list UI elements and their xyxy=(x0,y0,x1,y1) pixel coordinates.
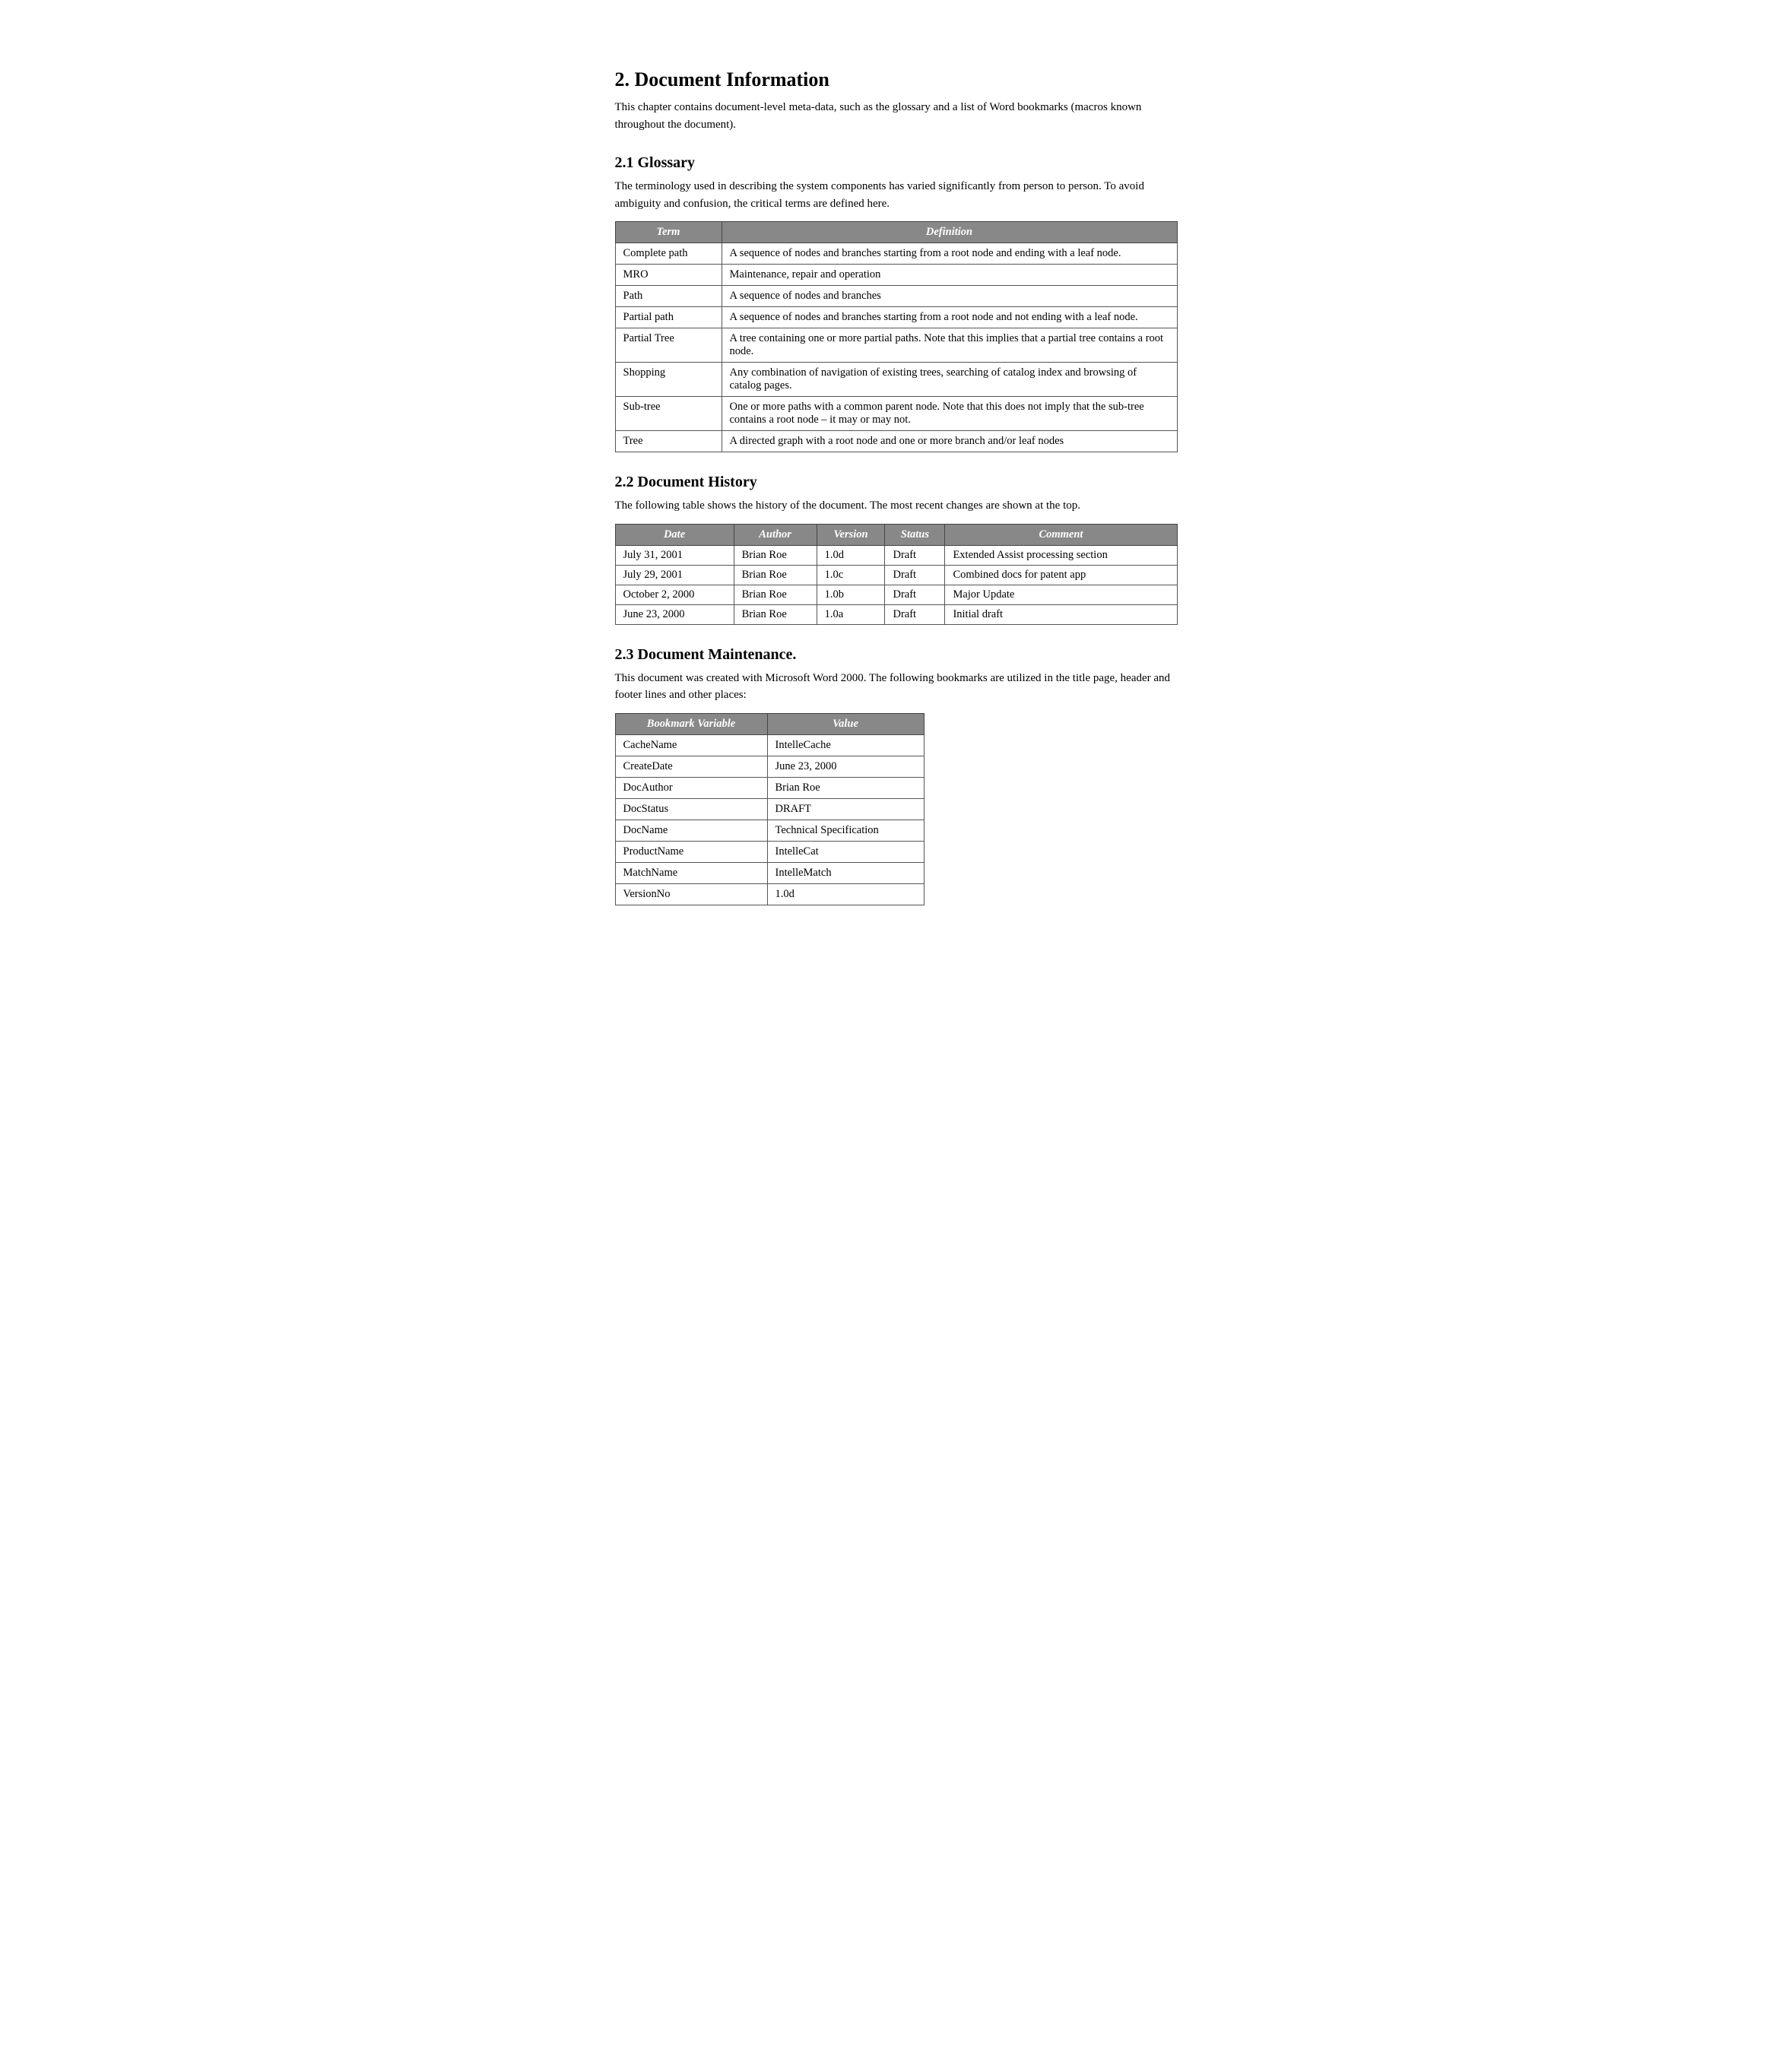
history-cell: July 29, 2001 xyxy=(615,565,734,585)
glossary-term: Complete path xyxy=(615,243,722,265)
history-cell: Draft xyxy=(885,545,945,565)
history-col-date: Date xyxy=(615,524,734,545)
bookmark-row: VersionNo1.0d xyxy=(615,883,924,905)
bookmark-row: DocNameTechnical Specification xyxy=(615,820,924,841)
glossary-row: Partial pathA sequence of nodes and bran… xyxy=(615,307,1177,328)
history-cell: Combined docs for patent app xyxy=(945,565,1177,585)
glossary-term: Partial Tree xyxy=(615,328,722,363)
glossary-definition: A directed graph with a root node and on… xyxy=(722,431,1177,452)
glossary-term: MRO xyxy=(615,265,722,286)
bookmark-cell: CreateDate xyxy=(615,756,767,777)
bookmark-table: Bookmark Variable Value CacheNameIntelle… xyxy=(615,713,925,905)
bookmark-cell: DocName xyxy=(615,820,767,841)
bookmark-cell: Technical Specification xyxy=(767,820,924,841)
history-row: July 29, 2001Brian Roe1.0cDraftCombined … xyxy=(615,565,1177,585)
history-cell: Major Update xyxy=(945,585,1177,604)
history-col-version: Version xyxy=(817,524,885,545)
bookmark-cell: ProductName xyxy=(615,841,767,862)
glossary-definition: A sequence of nodes and branches startin… xyxy=(722,243,1177,265)
section21-heading: 2.1 Glossary xyxy=(615,154,1178,172)
history-cell: July 31, 2001 xyxy=(615,545,734,565)
glossary-term: Sub-tree xyxy=(615,397,722,431)
bookmark-cell: Brian Roe xyxy=(767,777,924,798)
bookmark-row: DocStatusDRAFT xyxy=(615,798,924,820)
glossary-term: Tree xyxy=(615,431,722,452)
history-col-comment: Comment xyxy=(945,524,1177,545)
glossary-row: TreeA directed graph with a root node an… xyxy=(615,431,1177,452)
history-cell: 1.0b xyxy=(817,585,885,604)
bookmark-cell: 1.0d xyxy=(767,883,924,905)
history-cell: October 2, 2000 xyxy=(615,585,734,604)
glossary-definition: A sequence of nodes and branches startin… xyxy=(722,307,1177,328)
bookmark-row: CacheNameIntelleCache xyxy=(615,734,924,756)
bookmark-cell: DocStatus xyxy=(615,798,767,820)
bookmark-col-value: Value xyxy=(767,713,924,734)
section23-intro: This document was created with Microsoft… xyxy=(615,670,1178,704)
bookmark-row: DocAuthorBrian Roe xyxy=(615,777,924,798)
glossary-row: ShoppingAny combination of navigation of… xyxy=(615,363,1177,397)
glossary-definition: One or more paths with a common parent n… xyxy=(722,397,1177,431)
glossary-table-body: Complete pathA sequence of nodes and bra… xyxy=(615,243,1177,452)
glossary-term: Partial path xyxy=(615,307,722,328)
glossary-col-term: Term xyxy=(615,222,722,243)
history-row: July 31, 2001Brian Roe1.0dDraftExtended … xyxy=(615,545,1177,565)
history-cell: Brian Roe xyxy=(734,565,817,585)
history-cell: Brian Roe xyxy=(734,585,817,604)
bookmark-cell: CacheName xyxy=(615,734,767,756)
bookmark-cell: June 23, 2000 xyxy=(767,756,924,777)
history-cell: Draft xyxy=(885,585,945,604)
history-cell: 1.0d xyxy=(817,545,885,565)
bookmark-table-body: CacheNameIntelleCacheCreateDateJune 23, … xyxy=(615,734,924,905)
history-table-header: Date Author Version Status Comment xyxy=(615,524,1177,545)
bookmark-row: CreateDateJune 23, 2000 xyxy=(615,756,924,777)
history-col-author: Author xyxy=(734,524,817,545)
history-cell: June 23, 2000 xyxy=(615,604,734,624)
history-table: Date Author Version Status Comment July … xyxy=(615,524,1178,625)
history-col-status: Status xyxy=(885,524,945,545)
history-table-body: July 31, 2001Brian Roe1.0dDraftExtended … xyxy=(615,545,1177,624)
glossary-row: Sub-treeOne or more paths with a common … xyxy=(615,397,1177,431)
glossary-row: Complete pathA sequence of nodes and bra… xyxy=(615,243,1177,265)
bookmark-cell: IntelleCat xyxy=(767,841,924,862)
section21-intro: The terminology used in describing the s… xyxy=(615,178,1178,212)
section2-intro: This chapter contains document-level met… xyxy=(615,99,1178,133)
bookmark-cell: IntelleMatch xyxy=(767,862,924,883)
glossary-table-header: Term Definition xyxy=(615,222,1177,243)
bookmark-cell: IntelleCache xyxy=(767,734,924,756)
section22-heading: 2.2 Document History xyxy=(615,474,1178,491)
bookmark-cell: DocAuthor xyxy=(615,777,767,798)
glossary-term: Path xyxy=(615,286,722,307)
bookmark-cell: VersionNo xyxy=(615,883,767,905)
bookmark-table-header: Bookmark Variable Value xyxy=(615,713,924,734)
history-cell: Brian Roe xyxy=(734,545,817,565)
glossary-row: MROMaintenance, repair and operation xyxy=(615,265,1177,286)
history-cell: Brian Roe xyxy=(734,604,817,624)
history-cell: Initial draft xyxy=(945,604,1177,624)
history-cell: 1.0a xyxy=(817,604,885,624)
section2-heading: 2. Document Information xyxy=(615,68,1178,91)
history-cell: Draft xyxy=(885,604,945,624)
bookmark-cell: DRAFT xyxy=(767,798,924,820)
glossary-row: PathA sequence of nodes and branches xyxy=(615,286,1177,307)
history-cell: Extended Assist processing section xyxy=(945,545,1177,565)
history-row: June 23, 2000Brian Roe1.0aDraftInitial d… xyxy=(615,604,1177,624)
glossary-row: Partial TreeA tree containing one or mor… xyxy=(615,328,1177,363)
section23-heading: 2.3 Document Maintenance. xyxy=(615,646,1178,664)
bookmark-row: MatchNameIntelleMatch xyxy=(615,862,924,883)
glossary-definition: Any combination of navigation of existin… xyxy=(722,363,1177,397)
bookmark-cell: MatchName xyxy=(615,862,767,883)
glossary-col-definition: Definition xyxy=(722,222,1177,243)
bookmark-col-variable: Bookmark Variable xyxy=(615,713,767,734)
glossary-definition: Maintenance, repair and operation xyxy=(722,265,1177,286)
section22-intro: The following table shows the history of… xyxy=(615,497,1178,515)
glossary-definition: A sequence of nodes and branches xyxy=(722,286,1177,307)
history-cell: 1.0c xyxy=(817,565,885,585)
bookmark-row: ProductNameIntelleCat xyxy=(615,841,924,862)
history-cell: Draft xyxy=(885,565,945,585)
glossary-table: Term Definition Complete pathA sequence … xyxy=(615,221,1178,452)
history-row: October 2, 2000Brian Roe1.0bDraftMajor U… xyxy=(615,585,1177,604)
glossary-definition: A tree containing one or more partial pa… xyxy=(722,328,1177,363)
glossary-term: Shopping xyxy=(615,363,722,397)
